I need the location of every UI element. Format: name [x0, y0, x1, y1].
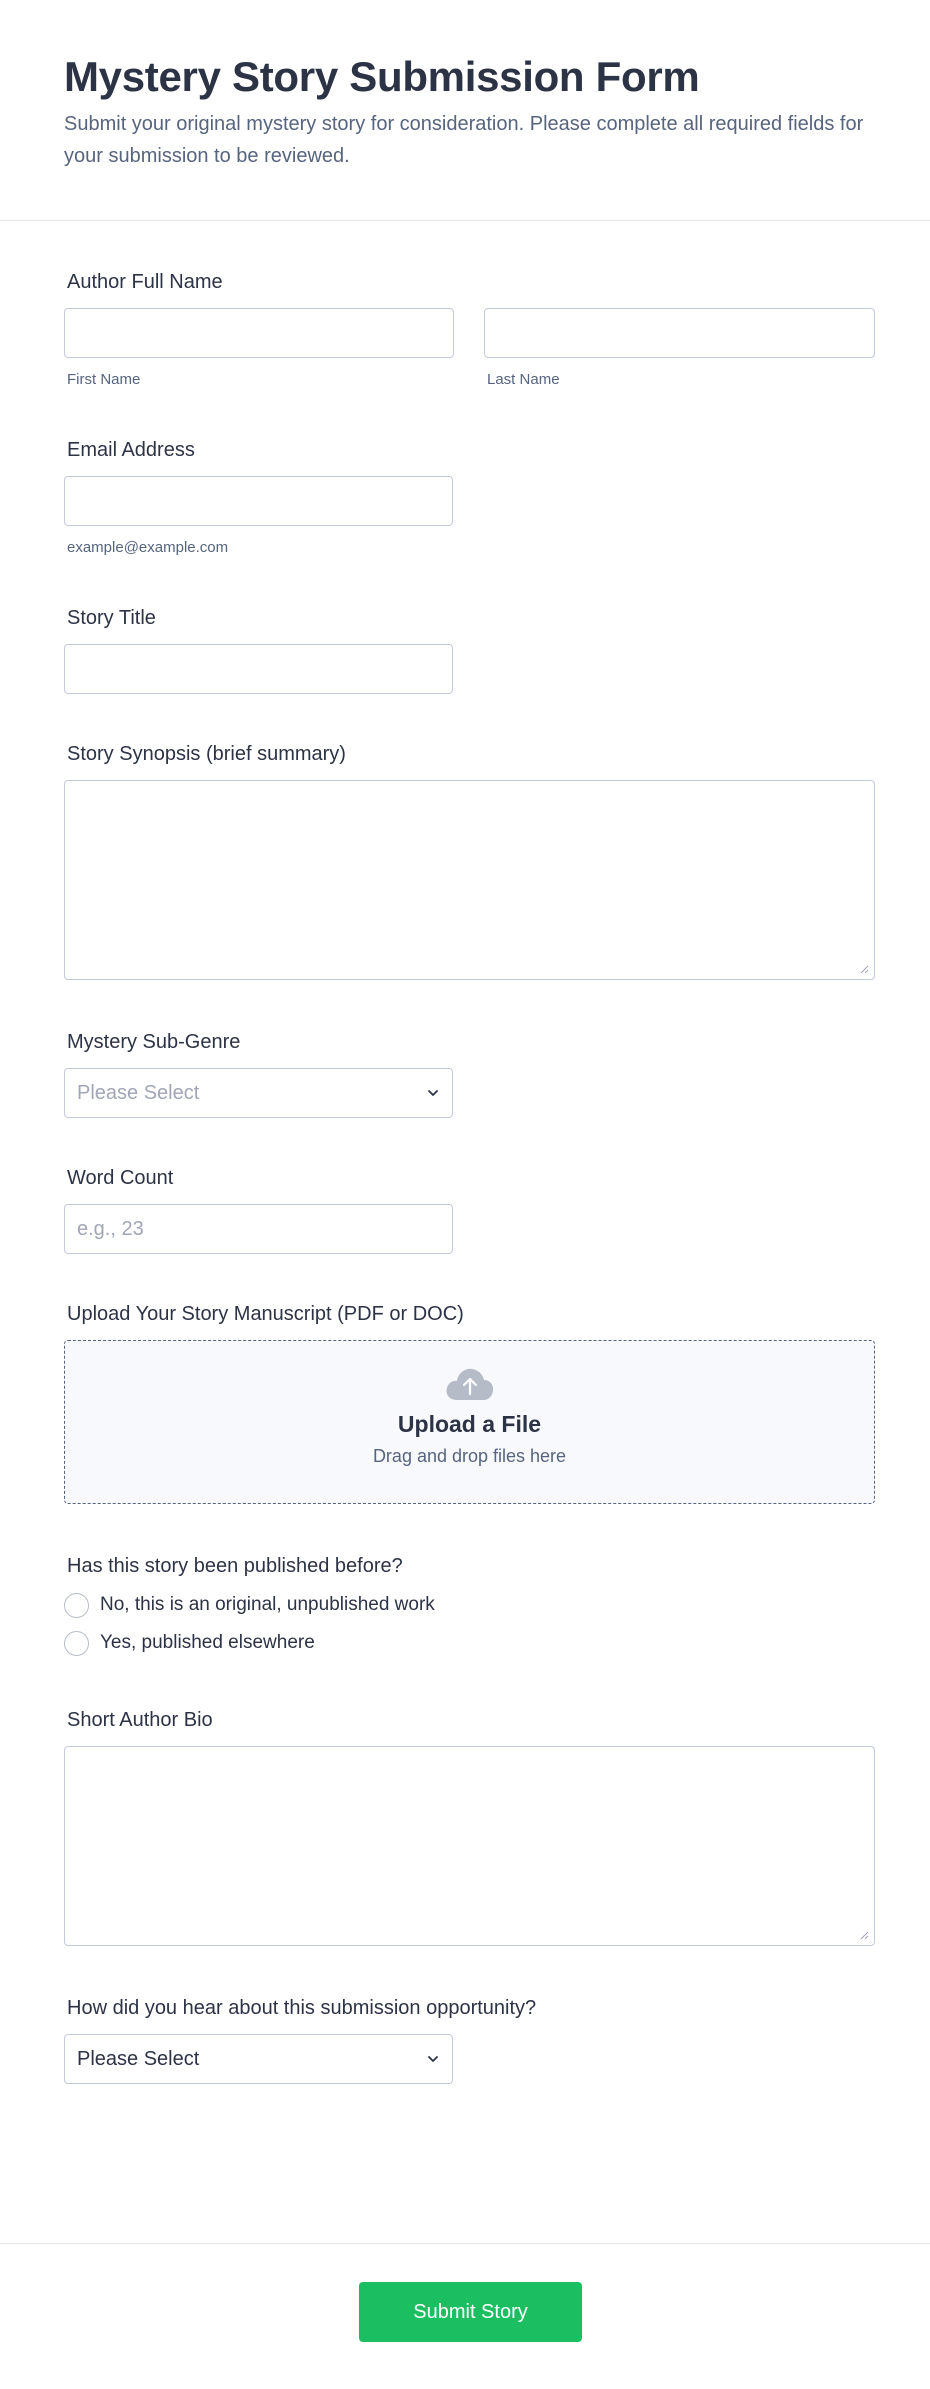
word-count-label: Word Count: [67, 1167, 174, 1189]
word-count-field: Word Count: [64, 1164, 875, 1254]
published-options: No, this is an original, unpublished wor…: [64, 1586, 875, 1662]
resize-grip-icon[interactable]: [859, 964, 869, 974]
upload-field: Upload Your Story Manuscript (PDF or DOC…: [64, 1300, 875, 1504]
first-name-sublabel: First Name: [67, 371, 141, 388]
form-page: Mystery Story Submission Form Submit you…: [0, 0, 930, 2389]
email-field: Email Address example@example.com: [64, 436, 875, 558]
radio-no[interactable]: [64, 1592, 89, 1618]
last-name-sublabel: Last Name: [487, 371, 560, 388]
radio-yes[interactable]: [64, 1630, 89, 1656]
last-name-group: Last Name: [484, 308, 875, 390]
form-footer: Submit Story: [0, 2243, 930, 2389]
first-name-group: First Name: [64, 308, 454, 390]
email-label: Email Address: [67, 439, 195, 461]
subgenre-select[interactable]: Please Select: [64, 1068, 453, 1118]
chevron-down-icon: [428, 2056, 438, 2062]
story-title-input[interactable]: [64, 644, 453, 694]
author-name-row: First Name Last Name: [64, 308, 875, 390]
subgenre-selected-value: Please Select: [77, 1081, 200, 1104]
word-count-input[interactable]: [64, 1204, 453, 1254]
author-name-label: Author Full Name: [67, 271, 223, 293]
published-option-yes[interactable]: Yes, published elsewhere: [64, 1624, 875, 1662]
referral-field: How did you hear about this submission o…: [64, 1994, 875, 2084]
radio-yes-label[interactable]: Yes, published elsewhere: [100, 1632, 315, 1654]
form-header: Mystery Story Submission Form Submit you…: [0, 0, 930, 221]
subgenre-field: Mystery Sub-Genre Please Select: [64, 1028, 875, 1118]
synopsis-label: Story Synopsis (brief summary): [67, 743, 346, 765]
author-name-field: Author Full Name First Name Last Name: [64, 268, 875, 390]
upload-dropzone[interactable]: Upload a File Drag and drop files here: [64, 1340, 875, 1504]
bio-label: Short Author Bio: [67, 1709, 213, 1731]
synopsis-field: Story Synopsis (brief summary): [64, 740, 875, 980]
cloud-upload-icon: [445, 1368, 493, 1400]
first-name-input[interactable]: [64, 308, 454, 358]
bio-textarea[interactable]: [64, 1746, 875, 1946]
bio-field: Short Author Bio: [64, 1706, 875, 1946]
chevron-down-icon: [428, 1090, 438, 1096]
story-title-field: Story Title: [64, 604, 875, 694]
upload-label: Upload Your Story Manuscript (PDF or DOC…: [67, 1303, 464, 1325]
referral-label: How did you hear about this submission o…: [67, 1997, 537, 2019]
referral-selected-value: Please Select: [77, 2047, 200, 2070]
email-input[interactable]: [64, 476, 453, 526]
page-title: Mystery Story Submission Form: [64, 53, 700, 100]
referral-select[interactable]: Please Select: [64, 2034, 453, 2084]
upload-title: Upload a File: [397, 1411, 542, 1437]
page-subtitle: Submit your original mystery story for c…: [64, 113, 864, 167]
synopsis-wrapper: [64, 780, 875, 980]
bio-wrapper: [64, 1746, 875, 1946]
subgenre-label: Mystery Sub-Genre: [67, 1031, 241, 1053]
published-field: Has this story been published before? No…: [64, 1552, 875, 1662]
upload-subtitle: Drag and drop files here: [372, 1446, 567, 1466]
synopsis-textarea[interactable]: [64, 780, 875, 980]
last-name-input[interactable]: [484, 308, 875, 358]
story-title-label: Story Title: [67, 607, 156, 629]
published-label: Has this story been published before?: [67, 1555, 403, 1577]
resize-grip-icon[interactable]: [859, 1930, 869, 1940]
submit-story-button[interactable]: Submit Story: [359, 2282, 582, 2342]
email-sublabel: example@example.com: [67, 539, 229, 556]
radio-no-label[interactable]: No, this is an original, unpublished wor…: [100, 1594, 435, 1616]
published-option-no[interactable]: No, this is an original, unpublished wor…: [64, 1586, 875, 1624]
